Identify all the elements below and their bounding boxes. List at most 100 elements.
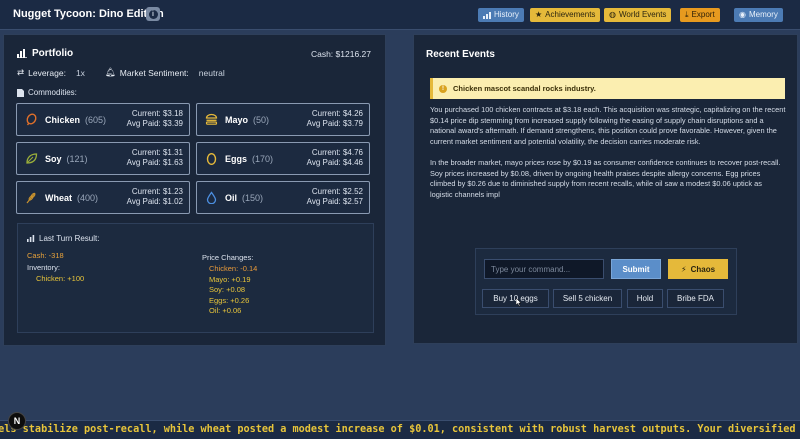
commodity-name: Wheat (400): [45, 193, 99, 203]
document-icon: [17, 88, 24, 97]
bell-icon: 🔔︎: [105, 67, 116, 77]
top-bar: Nugget Tycoon: Dino Edition i History ★ …: [0, 0, 800, 30]
oil-drop-icon: [206, 191, 217, 204]
price-changes-list: Chicken: -0.14 Mayo: +0.19 Soy: +0.08 Eg…: [209, 264, 257, 317]
price-change-item: Mayo: +0.19: [209, 274, 251, 284]
avg-paid: Avg Paid: $1.63: [126, 158, 183, 167]
commodity-prices: Current: $1.31 Avg Paid: $1.63: [127, 148, 183, 168]
price-change-item: Eggs: +0.26: [209, 295, 250, 305]
portfolio-title-text: Portfolio: [32, 48, 74, 59]
price-change-item: Soy: +0.08: [209, 285, 246, 294]
avg-paid: Avg Paid: $2.57: [306, 197, 363, 206]
commodity-card-mayo[interactable]: Mayo (50) Current: $4.26 Avg Paid: $3.79: [196, 103, 370, 136]
current-price: Current: $1.23: [131, 187, 183, 196]
chaos-button[interactable]: ⚡︎ Chaos: [668, 259, 728, 279]
download-icon: ⤓: [685, 10, 689, 19]
app-title: Nugget Tycoon: Dino Edition: [13, 8, 164, 20]
sentiment-row: 🔔︎ Market Sentiment: neutral: [105, 67, 225, 78]
export-label: Export: [691, 10, 715, 19]
mouse-cursor-icon: [516, 298, 522, 307]
star-icon: ★: [535, 10, 543, 19]
current-price: Current: $3.18: [131, 109, 183, 118]
commodity-prices: Current: $1.23 Avg Paid: $1.02: [127, 187, 183, 207]
avg-paid: Avg Paid: $4.46: [306, 158, 363, 167]
world-events-button[interactable]: ◍ World Events: [604, 8, 672, 22]
commodity-prices: Current: $4.76 Avg Paid: $4.46: [307, 148, 363, 168]
achievements-button[interactable]: ★ Achievements: [530, 8, 601, 22]
wheat-icon: [26, 192, 36, 204]
history-button[interactable]: History: [478, 8, 524, 22]
sentiment-value: neutral: [198, 67, 225, 78]
leverage-row: ⇄ Leverage: 1x: [17, 67, 85, 78]
world-events-label: World Events: [618, 10, 667, 19]
avg-paid: Avg Paid: $3.79: [306, 119, 363, 128]
last-turn-panel: Last Turn Result: Cash: -318 Inventory: …: [17, 223, 374, 333]
commodity-prices: Current: $3.18 Avg Paid: $3.39: [127, 109, 183, 129]
commodity-prices: Current: $2.52 Avg Paid: $2.57: [307, 187, 363, 207]
commodity-card-oil[interactable]: Oil (150) Current: $2.52 Avg Paid: $2.57: [196, 181, 370, 214]
commodity-card-chicken[interactable]: Chicken (605) Current: $3.18 Avg Paid: $3…: [16, 103, 190, 136]
drumstick-icon: [26, 113, 37, 126]
events-panel: Recent Events ! Chicken mascot scandal r…: [413, 34, 798, 344]
globe-icon: ◍: [609, 10, 616, 19]
event-alert: ! Chicken mascot scandal rocks industry.: [430, 78, 785, 99]
price-change-item: Chicken: -0.14: [209, 264, 258, 273]
chart-icon: [483, 12, 491, 19]
commodities-label: Commodities:: [17, 88, 77, 97]
portfolio-title: Portfolio: [17, 48, 73, 59]
warning-icon: !: [439, 84, 447, 93]
dev-badge[interactable]: N: [8, 412, 26, 430]
command-box: Submit ⚡︎ Chaos Buy 10 eggs Sell 5 chick…: [475, 248, 737, 315]
last-turn-cash: Cash: -318: [27, 251, 64, 260]
exchange-icon: ⇄: [17, 67, 25, 77]
current-price: Current: $2.52: [311, 187, 363, 196]
eye-icon: ◉: [739, 10, 746, 19]
quick-command-bribe-fda[interactable]: Bribe FDA: [667, 289, 724, 308]
price-changes-label: Price Changes:: [202, 253, 254, 262]
egg-icon: [206, 153, 217, 165]
info-button[interactable]: i: [146, 7, 160, 21]
commodity-card-eggs[interactable]: Eggs (170) Current: $4.76 Avg Paid: $4.46: [196, 142, 370, 175]
event-paragraph: In the broader market, mayo prices rose …: [430, 157, 781, 199]
portfolio-panel: Portfolio Cash: $1216.27 ⇄ Leverage: 1x …: [3, 34, 386, 346]
events-title: Recent Events: [426, 49, 495, 60]
current-price: Current: $1.31: [131, 148, 183, 157]
bar-chart-icon: [17, 49, 27, 58]
price-change-item: Oil: +0.06: [209, 306, 242, 315]
current-price: Current: $4.76: [311, 148, 363, 157]
avg-paid: Avg Paid: $1.02: [126, 197, 183, 206]
commodity-name: Oil (150): [225, 193, 264, 203]
commodity-name: Chicken (605): [45, 115, 107, 125]
command-input[interactable]: [484, 259, 604, 279]
commodity-prices: Current: $4.26 Avg Paid: $3.79: [307, 109, 363, 129]
event-narrative: You purchased 100 chicken contracts at $…: [430, 105, 786, 211]
event-paragraph: You purchased 100 chicken contracts at $…: [430, 105, 786, 146]
inventory-change: Chicken: +100: [36, 274, 85, 283]
inventory-label: Inventory:: [27, 263, 60, 272]
commodity-name: Eggs (170): [225, 154, 274, 164]
commodity-name: Soy (121): [45, 154, 88, 164]
commodity-card-wheat[interactable]: Wheat (400) Current: $1.23 Avg Paid: $1.0…: [16, 181, 190, 214]
quick-command-sell-chicken[interactable]: Sell 5 chicken: [553, 289, 622, 308]
export-button[interactable]: ⤓ Export: [680, 8, 720, 22]
burger-icon: [205, 113, 218, 125]
leverage-label: Leverage:: [28, 67, 66, 78]
event-alert-text: Chicken mascot scandal rocks industry.: [453, 84, 596, 93]
quick-command-hold[interactable]: Hold: [627, 289, 663, 308]
avg-paid: Avg Paid: $3.39: [126, 119, 183, 128]
info-icon: i: [148, 9, 158, 19]
submit-button[interactable]: Submit: [611, 259, 661, 279]
memory-label: Memory: [748, 10, 778, 19]
memory-button[interactable]: ◉ Memory: [734, 8, 783, 22]
history-label: History: [494, 10, 519, 19]
last-turn-title: Last Turn Result:: [27, 234, 99, 243]
cash-value: Cash: $1216.27: [310, 49, 371, 59]
commodity-card-soy[interactable]: Soy (121) Current: $1.31 Avg Paid: $1.63: [16, 142, 190, 175]
news-ticker: vels stabilize post-recall, while wheat …: [0, 420, 800, 439]
commodity-name: Mayo (50): [225, 115, 270, 125]
achievements-label: Achievements: [545, 10, 596, 19]
leverage-value: 1x: [75, 67, 85, 78]
sentiment-label: Market Sentiment:: [119, 67, 189, 78]
leaf-icon: [26, 153, 38, 164]
lightning-icon: ⚡︎: [680, 264, 687, 274]
